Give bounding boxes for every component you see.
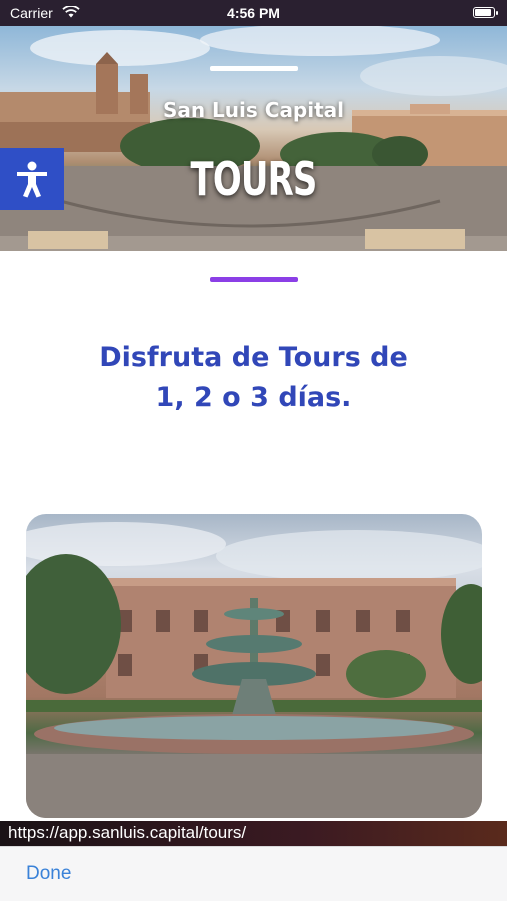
done-button[interactable]: Done [26,863,71,885]
hero-banner: San Luis Capital TOURS [0,26,507,251]
status-bar: Carrier 4:56 PM [0,0,507,26]
bottom-toolbar: Done [0,846,507,901]
status-time: 4:56 PM [227,5,280,21]
hero-subtitle: San Luis Capital [162,98,345,122]
accent-divider [210,277,298,282]
accessibility-person-icon [17,161,47,198]
tours-heading: Disfruta de Tours de 1, 2 o 3 días. [60,338,447,418]
heading-line-1: Disfruta de Tours de [99,342,408,373]
palace-fountain-photo [26,514,482,818]
accessibility-button[interactable] [0,148,64,210]
battery-icon [473,7,498,18]
page-url: https://app.sanluis.capital/tours/ [8,823,247,842]
palace-fountain-illustration [26,522,482,818]
hero-plaza-image [0,26,507,251]
heading-line-2: 1, 2 o 3 días. [155,382,352,413]
hero-title: TOURS [190,152,317,206]
hero-top-divider [210,66,298,71]
url-bar: https://app.sanluis.capital/tours/ [0,821,507,846]
